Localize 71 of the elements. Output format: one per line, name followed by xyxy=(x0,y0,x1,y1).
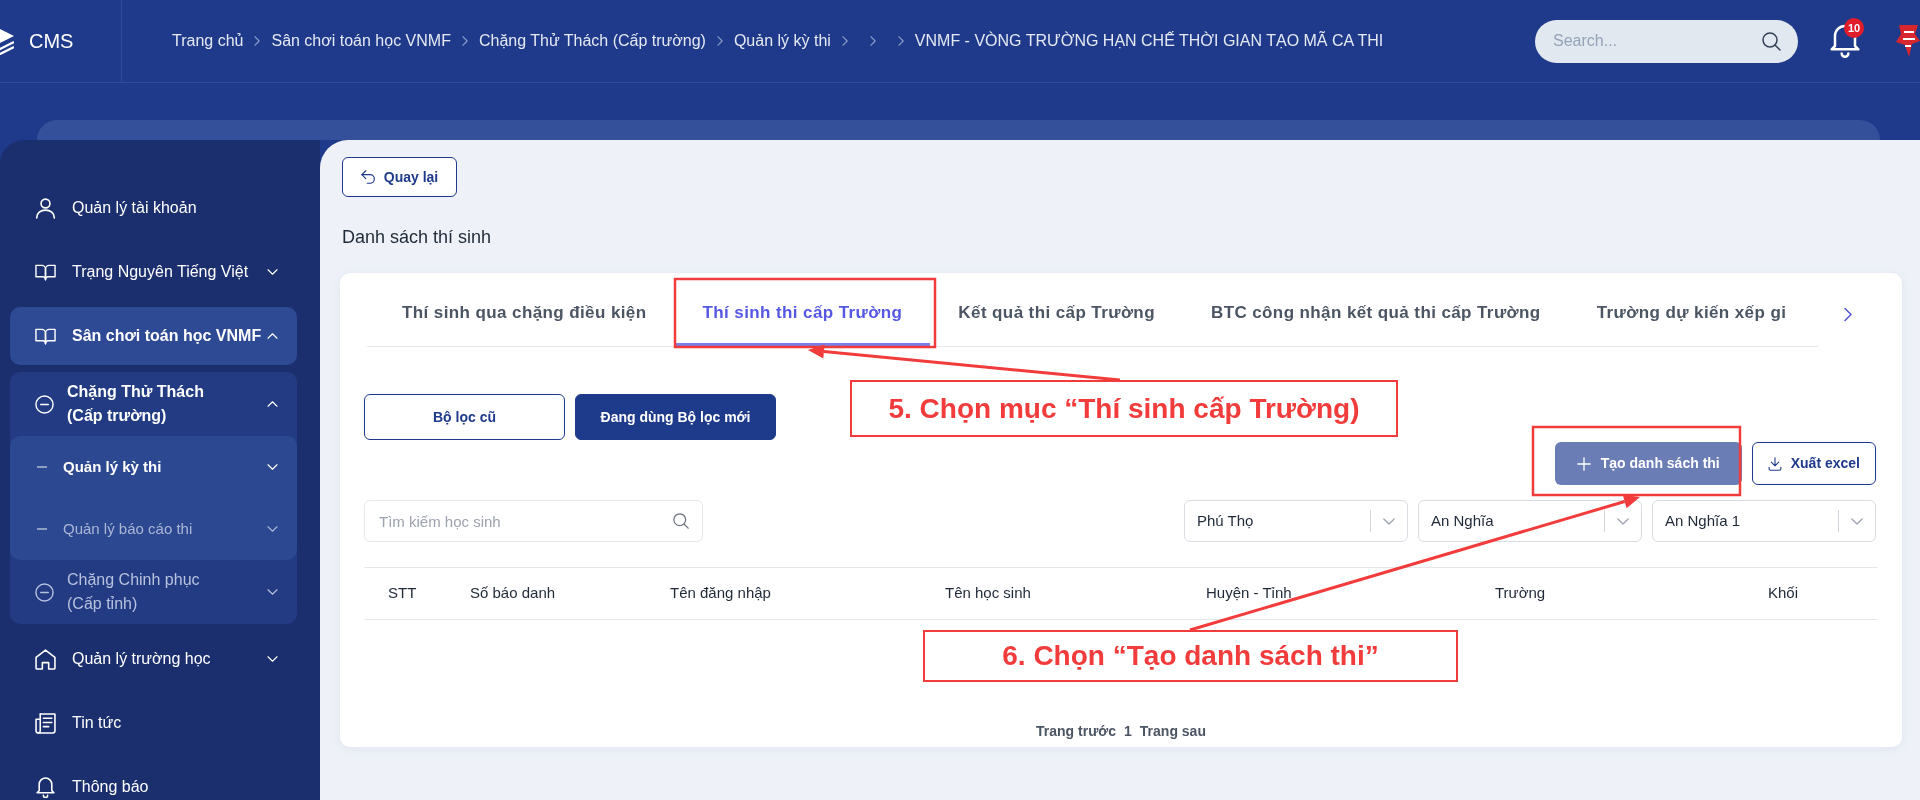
layers-icon xyxy=(0,27,14,55)
search-icon xyxy=(1762,31,1781,51)
dash-icon xyxy=(37,528,47,530)
house-icon xyxy=(35,648,56,670)
return-arrow-icon xyxy=(360,170,376,184)
user-icon xyxy=(35,197,56,219)
dropdown[interactable]: Phú Thọ xyxy=(1184,500,1408,542)
bell-icon[interactable] xyxy=(1830,24,1860,58)
tab[interactable]: Thí sinh qua chặng điều kiện xyxy=(374,282,675,346)
minus-circle-icon xyxy=(35,394,54,414)
create-list-button[interactable]: Tạo danh sách thi xyxy=(1554,442,1742,485)
dash-icon xyxy=(37,466,47,468)
tab[interactable]: Kết quả thi cấp Trường xyxy=(930,282,1183,346)
sidebar-item[interactable]: Chặng Chinh phục (Cấp tỉnh) xyxy=(10,560,297,624)
column-header: Số báo danh xyxy=(469,583,557,604)
section-title: Danh sách thí sinh xyxy=(342,226,493,249)
notification-badge: 10 xyxy=(1844,18,1864,38)
sidebar-item[interactable]: Tin tức xyxy=(10,694,297,752)
sidebar-item[interactable]: Trạng Nguyên Tiếng Việt xyxy=(10,243,297,301)
chevron-right-icon[interactable] xyxy=(1844,307,1852,322)
sidebar-item[interactable]: Sân chơi toán học VNMF xyxy=(10,307,297,365)
chevron-down-icon xyxy=(1383,517,1395,525)
chevron-right-icon xyxy=(461,36,468,46)
next-page-link[interactable]: Trang sau xyxy=(1139,721,1206,742)
dropdown[interactable]: An Nghĩa 1 xyxy=(1652,500,1876,542)
logo-text: CMS xyxy=(29,29,74,54)
callout-label: 5. Chọn mục “Thí sinh cấp Trường) xyxy=(850,380,1398,437)
sidebar-item[interactable]: Quản lý báo cáo thi xyxy=(10,498,297,560)
page-number[interactable]: 1 xyxy=(1124,721,1132,742)
sidebar-item[interactable]: Thông báo xyxy=(10,758,297,800)
plus-icon xyxy=(1576,456,1591,471)
filter-mode-button[interactable]: Bộ lọc cũ xyxy=(364,394,565,440)
filter-mode-button[interactable]: Đang dùng Bộ lọc mới xyxy=(575,394,776,440)
emblem-icon[interactable] xyxy=(1895,23,1920,59)
breadcrumb-link[interactable]: Trang chủ xyxy=(172,29,244,53)
chevron-right-icon xyxy=(869,36,876,46)
newspaper-icon xyxy=(35,712,56,734)
chevron-right-icon xyxy=(897,36,904,46)
column-header: Trường xyxy=(1494,583,1547,604)
column-header: Huyện - Tỉnh xyxy=(1205,583,1293,604)
chevron-down-icon xyxy=(1617,517,1629,525)
column-header: Tên đăng nhập xyxy=(669,583,772,604)
tab[interactable]: BTC công nhận kết quả thi cấp Trường xyxy=(1182,282,1569,346)
search-icon xyxy=(673,513,689,529)
download-icon xyxy=(1767,456,1782,471)
search-field[interactable]: Search... xyxy=(1535,19,1798,63)
sidebar-item[interactable]: Chặng Thử Thách (Cấp trường) xyxy=(10,372,297,436)
breadcrumb-current: VNMF - VÒNG TRƯỜNG HẠN CHẾ THỜI GIAN TẠO MÃ CA THI xyxy=(914,30,1384,51)
export-button[interactable]: Xuất excel xyxy=(1751,442,1876,485)
column-header: Tên học sinh xyxy=(944,583,1032,604)
breadcrumb-link[interactable]: Sân chơi toán học VNMF xyxy=(271,29,451,53)
bell-icon xyxy=(35,776,56,798)
dropdown[interactable]: An Nghĩa xyxy=(1418,500,1642,542)
sidebar-item[interactable]: Quản lý trường học xyxy=(10,630,297,688)
tab[interactable]: Thí sinh thi cấp Trường xyxy=(674,282,931,346)
chevron-right-icon xyxy=(716,36,723,46)
back-button[interactable]: Quay lại xyxy=(342,157,457,197)
previous-page-link[interactable]: Trang trước xyxy=(1036,721,1117,742)
chevron-down-icon xyxy=(1851,517,1863,525)
sidebar-item[interactable]: Quản lý kỳ thi xyxy=(10,436,297,498)
tab[interactable]: Trường dự kiến xếp gi xyxy=(1568,282,1815,346)
search-field[interactable]: Tìm kiếm học sinh xyxy=(364,500,703,542)
chevron-right-icon xyxy=(254,36,261,46)
chevron-right-icon xyxy=(841,36,848,46)
column-header: Khối xyxy=(1767,583,1800,604)
sidebar-item[interactable]: Quản lý tài khoản xyxy=(10,179,297,237)
breadcrumb-link[interactable]: Chặng Thử Thách (Cấp trường) xyxy=(478,29,706,53)
callout-label: 6. Chọn “Tạo danh sách thi” xyxy=(923,630,1458,682)
breadcrumb-link[interactable]: Quản lý kỳ thi xyxy=(733,29,831,53)
minus-circle-icon xyxy=(35,582,54,602)
column-header: STT xyxy=(387,583,418,604)
